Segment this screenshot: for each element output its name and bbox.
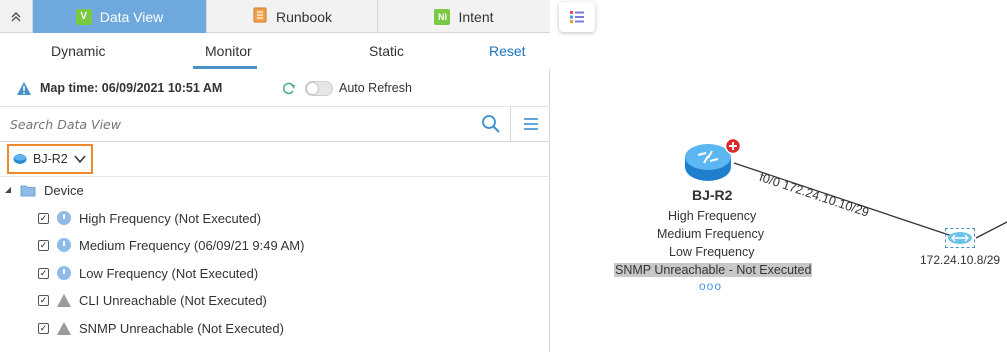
tab-data-view[interactable]: V Data View	[33, 0, 207, 33]
device-selector-label: BJ-R2	[33, 152, 68, 166]
tree-item-label: High Frequency (Not Executed)	[79, 210, 262, 226]
tree-item-label: Low Frequency (Not Executed)	[79, 265, 259, 281]
router-node-icon[interactable]	[682, 137, 742, 185]
expand-triangle-icon[interactable]	[4, 186, 12, 194]
tab-dynamic[interactable]: Dynamic	[51, 43, 105, 59]
map-time-icon	[17, 82, 31, 95]
tab-runbook[interactable]: Runbook	[207, 0, 378, 33]
search-icon[interactable]	[481, 114, 501, 134]
item-checkbox[interactable]: ✓	[38, 239, 49, 251]
tree-item[interactable]: ✓ Medium Frequency (06/09/21 9:49 AM)	[38, 234, 304, 256]
search-input[interactable]	[10, 113, 465, 135]
more-indicator[interactable]: ooo	[699, 279, 722, 293]
subnet-label[interactable]: 172.24.10.8/29	[920, 253, 1000, 267]
auto-refresh-label: Auto Refresh	[339, 81, 412, 95]
subnet-node[interactable]	[945, 228, 975, 248]
tree-item[interactable]: ✓ CLI Unreachable (Not Executed)	[38, 289, 267, 311]
data-view-icon: V	[75, 8, 92, 25]
link-line[interactable]	[975, 221, 1007, 239]
double-chevron-up-icon	[11, 11, 21, 22]
node-highlight-line: SNMP Unreachable - Not Executed	[614, 263, 813, 277]
device-selector[interactable]: BJ-R2	[7, 144, 93, 174]
map-time-label: Map time: 06/09/2021 10:51 AM	[40, 81, 223, 95]
node-data-line: Medium Frequency	[657, 227, 764, 241]
intent-icon: NI	[434, 8, 451, 25]
search-bar	[0, 106, 550, 142]
mode-subtabs: Dynamic Monitor Static Reset	[0, 33, 550, 69]
reset-link[interactable]: Reset	[489, 43, 526, 59]
clock-icon	[57, 238, 71, 252]
item-checkbox[interactable]: ✓	[38, 212, 49, 224]
tree-item[interactable]: ✓ SNMP Unreachable (Not Executed)	[38, 317, 284, 339]
warning-icon	[57, 321, 71, 335]
data-view-tree: Device ✓ High Frequency (Not Executed) ✓…	[0, 176, 550, 336]
item-checkbox[interactable]: ✓	[38, 294, 49, 306]
menu-icon	[523, 118, 538, 130]
runbook-icon	[252, 7, 268, 26]
map-time-bar: Map time: 06/09/2021 10:51 AM Auto Refre…	[0, 72, 550, 104]
router-icon	[13, 154, 27, 164]
clock-icon	[57, 211, 71, 225]
map-canvas[interactable]: BJ-R2 High Frequency Medium Frequency Lo…	[551, 0, 1007, 352]
warning-icon	[57, 293, 71, 307]
tree-node-device-label: Device	[44, 182, 84, 198]
item-checkbox[interactable]: ✓	[38, 267, 49, 279]
data-view-panel: V Data View Runbook NI Intent Dynamic Mo…	[0, 0, 550, 352]
refresh-icon[interactable]	[281, 81, 296, 96]
tab-monitor[interactable]: Monitor	[205, 43, 252, 59]
auto-refresh-toggle[interactable]	[305, 81, 333, 96]
subnet-icon	[948, 232, 972, 244]
tree-item[interactable]: ✓ Low Frequency (Not Executed)	[38, 262, 258, 284]
tab-intent[interactable]: NI Intent	[378, 0, 550, 33]
panel-tabbar: V Data View Runbook NI Intent	[0, 0, 550, 33]
node-data-line: Low Frequency	[669, 245, 755, 259]
folder-icon	[20, 185, 36, 196]
tree-item[interactable]: ✓ High Frequency (Not Executed)	[38, 207, 261, 229]
chevron-down-icon	[74, 155, 86, 163]
tree-node-device[interactable]: Device	[4, 179, 84, 201]
collapse-panel-button[interactable]	[0, 0, 33, 33]
item-checkbox[interactable]: ✓	[38, 322, 49, 334]
tree-item-label: CLI Unreachable (Not Executed)	[79, 292, 267, 308]
tab-runbook-label: Runbook	[275, 8, 333, 25]
tab-static[interactable]: Static	[369, 43, 404, 59]
node-data-line: High Frequency	[668, 209, 757, 223]
tree-item-label: SNMP Unreachable (Not Executed)	[79, 320, 284, 336]
tab-intent-label: Intent	[458, 8, 494, 25]
clock-icon	[57, 266, 71, 280]
menu-button[interactable]	[510, 107, 550, 141]
tab-data-view-label: Data View	[99, 8, 164, 25]
node-name[interactable]: BJ-R2	[692, 187, 732, 203]
active-subtab-indicator	[193, 66, 257, 69]
tree-item-label: Medium Frequency (06/09/21 9:49 AM)	[79, 237, 305, 253]
